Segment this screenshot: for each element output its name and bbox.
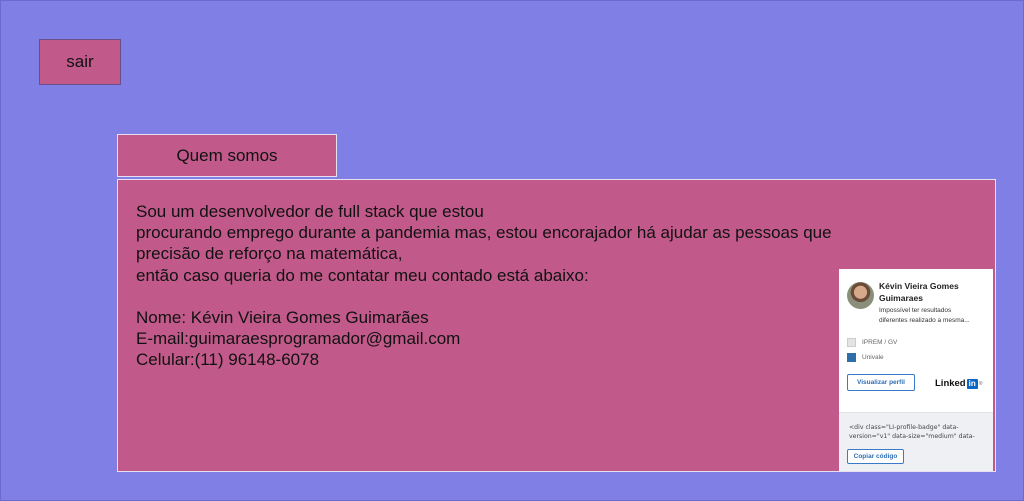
- company-icon: [847, 338, 856, 347]
- linkedin-org-1-label: IPREM / GV: [862, 339, 898, 346]
- avatar: [847, 282, 874, 309]
- linkedin-logo[interactable]: Linked in ®: [935, 378, 982, 389]
- linkedin-org-2[interactable]: Univale: [847, 353, 884, 362]
- about-line-3: precisão de reforço na matemática,: [136, 244, 403, 264]
- linkedin-logo-text: Linked: [935, 378, 966, 389]
- view-profile-button[interactable]: Visualizar perfil: [847, 374, 915, 391]
- linkedin-headline: Impossível ter resultados diferentes rea…: [879, 307, 970, 324]
- about-text: Sou um desenvolvedor de full stack que e…: [136, 201, 916, 370]
- contact-email: E-mail:guimaraesprogramador@gmail.com: [136, 329, 461, 349]
- linkedin-in-icon: in: [966, 378, 978, 389]
- tab-about-us[interactable]: Quem somos: [117, 134, 337, 177]
- registered-mark: ®: [978, 380, 983, 387]
- embed-code-snippet: <div class="LI-profile-badge" data-versi…: [849, 424, 975, 440]
- about-panel: Sou um desenvolvedor de full stack que e…: [117, 179, 996, 472]
- school-icon: [847, 353, 856, 362]
- linkedin-org-2-label: Univale: [862, 354, 884, 361]
- embed-code-panel: <div class="LI-profile-badge" data-versi…: [839, 412, 993, 471]
- linkedin-org-1[interactable]: IPREM / GV: [847, 338, 897, 347]
- linkedin-profile-name[interactable]: Kévin Vieira Gomes Guimaraes: [879, 280, 987, 304]
- about-line-2: procurando emprego durante a pandemia ma…: [136, 223, 832, 243]
- about-line-1: Sou um desenvolvedor de full stack que e…: [136, 202, 484, 221]
- contact-phone: Celular:(11) 96148-6078: [136, 350, 320, 370]
- logout-button[interactable]: sair: [39, 39, 121, 85]
- about-line-4: então caso queria do me contatar meu con…: [136, 265, 589, 285]
- linkedin-profile-badge: Kévin Vieira Gomes Guimaraes Impossível …: [839, 269, 993, 471]
- linkedin-badge-card: Kévin Vieira Gomes Guimaraes Impossível …: [839, 269, 993, 412]
- copy-code-button[interactable]: Copiar código: [847, 449, 904, 464]
- contact-name: Nome: Kévin Vieira Gomes Guimarães: [136, 307, 429, 327]
